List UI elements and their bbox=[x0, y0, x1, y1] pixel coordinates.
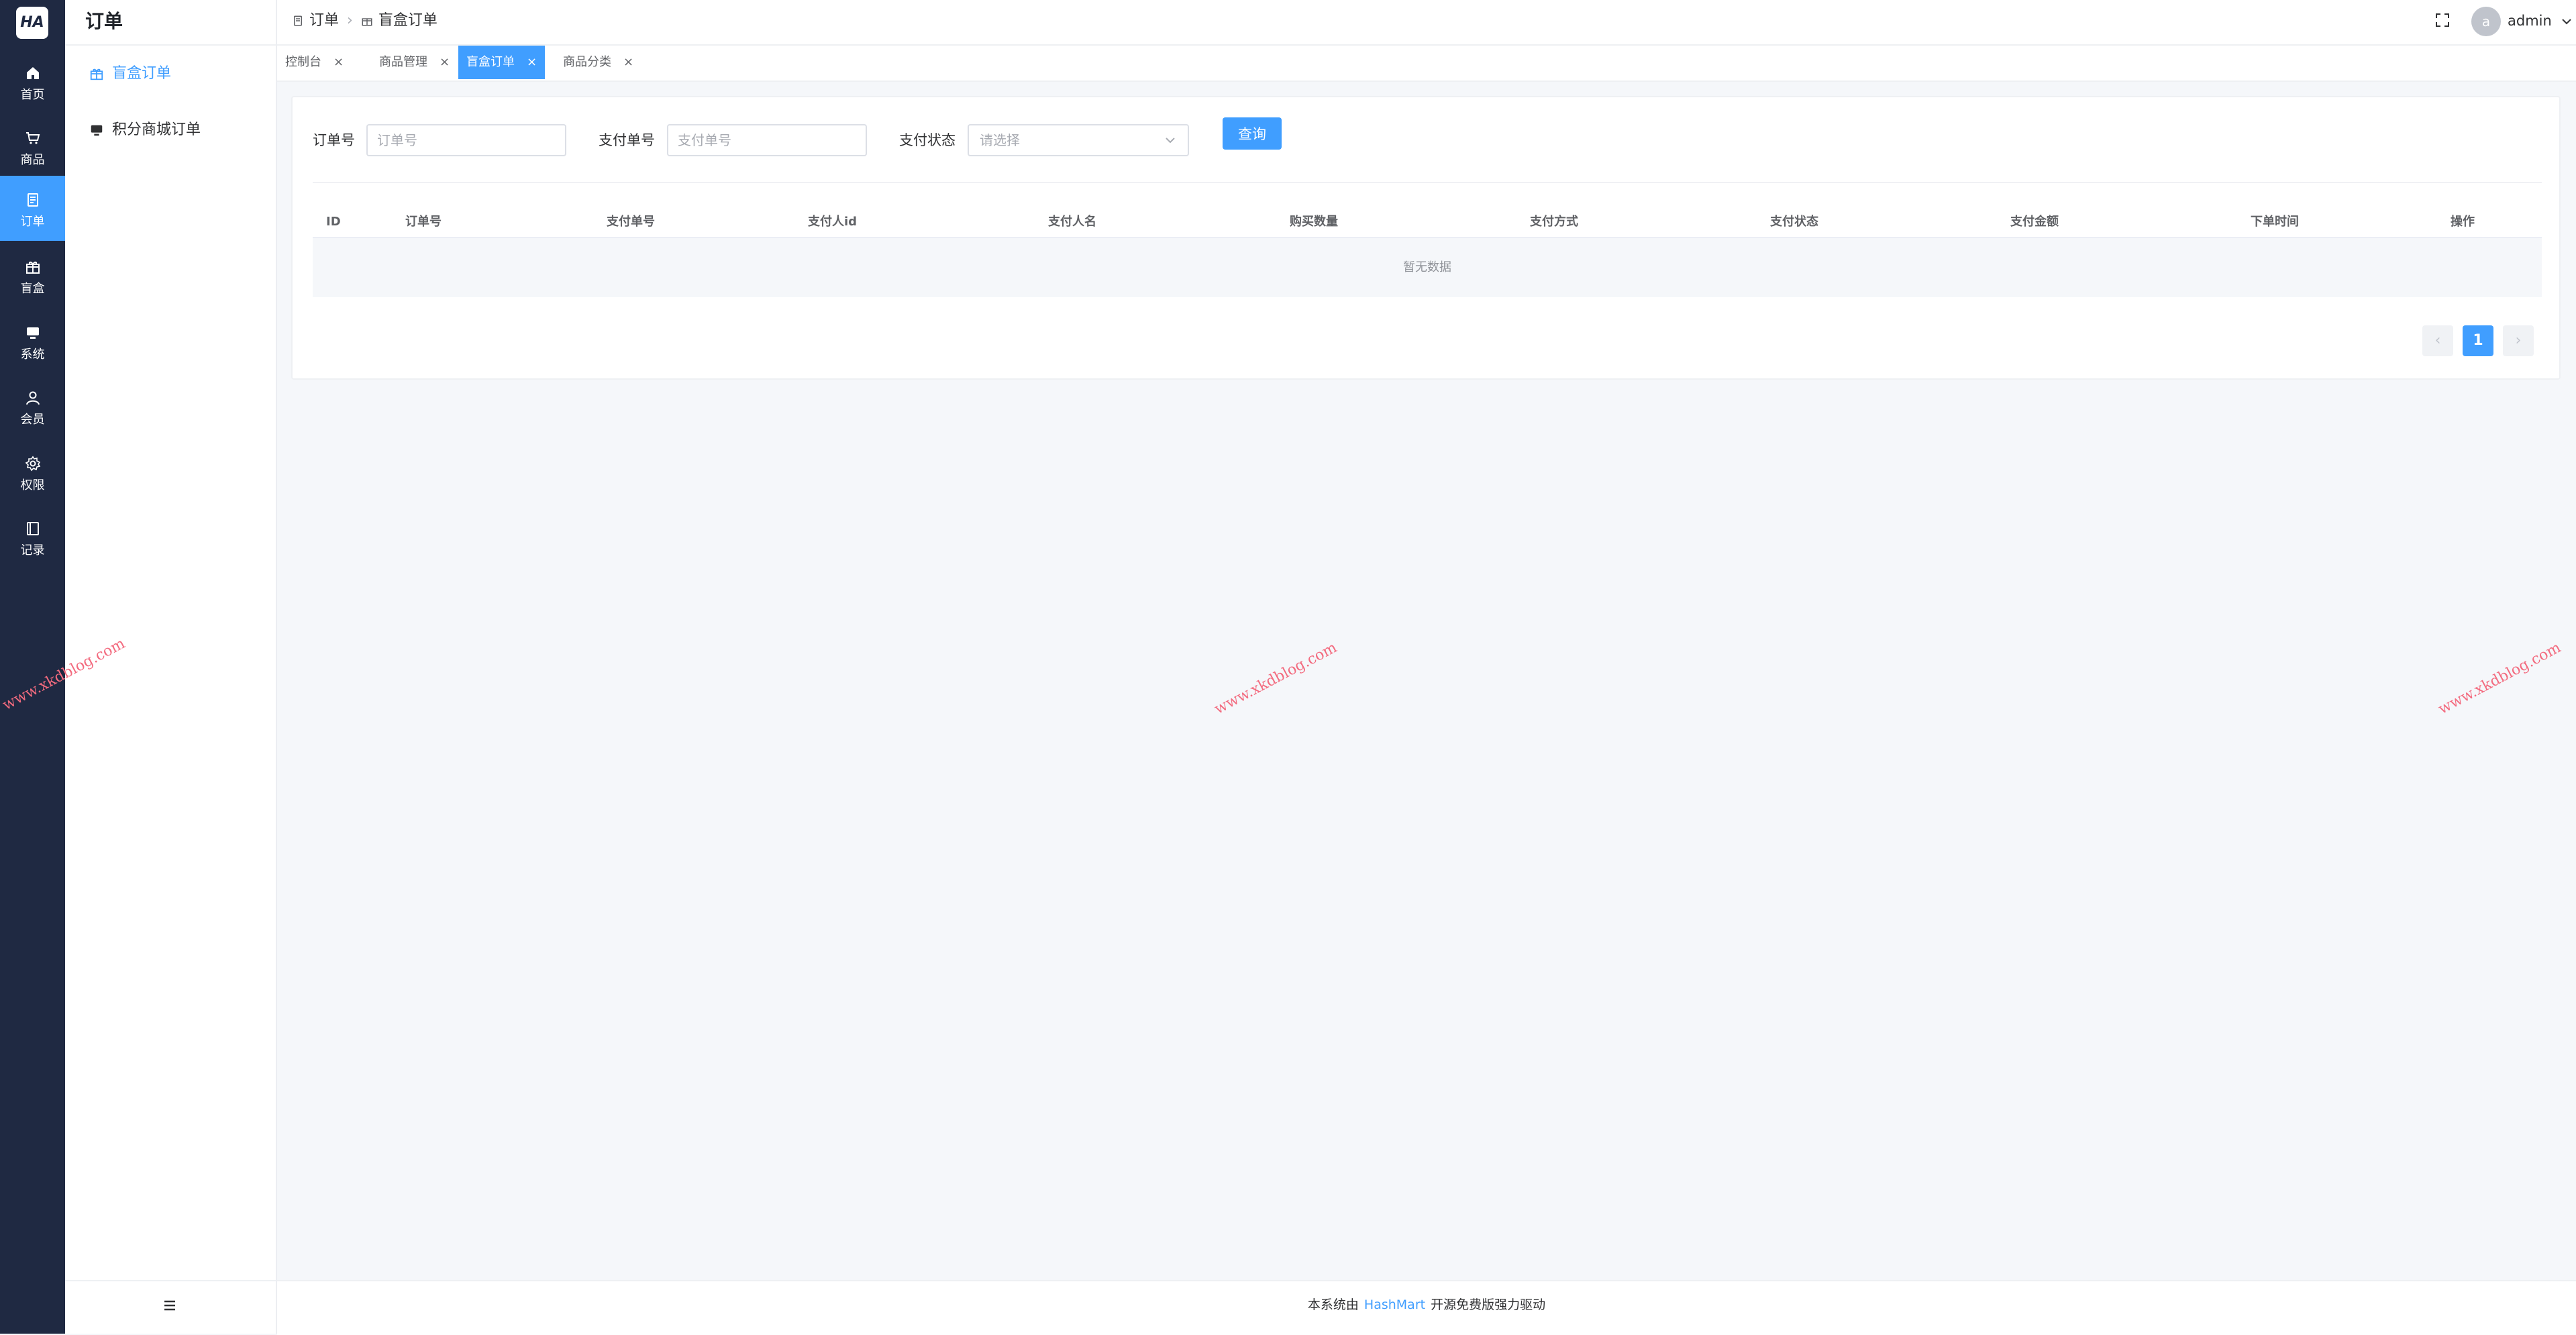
tab-label: 盲盒订单 bbox=[466, 55, 515, 69]
breadcrumb-item: 盲盒订单 bbox=[378, 12, 437, 29]
sub-item-label: 盲盒订单 bbox=[112, 65, 172, 82]
gift-box-icon bbox=[90, 68, 103, 81]
select-placeholder: 请选择 bbox=[980, 132, 1020, 148]
column-header: 支付单号 bbox=[607, 215, 655, 229]
rail-item-label: 订单 bbox=[20, 215, 45, 229]
content-card: 订单号 支付单号 支付状态 请选择 查询 ID 订单号 支付单号 支付人id 支… bbox=[291, 96, 2561, 380]
close-icon[interactable]: × bbox=[623, 55, 633, 69]
pagination-prev-button[interactable]: ‹ bbox=[2422, 325, 2453, 356]
cart-icon bbox=[25, 132, 40, 144]
footer-suffix: 开源免费版强力驱动 bbox=[1431, 1297, 1546, 1312]
column-header: 操作 bbox=[2451, 215, 2475, 229]
top-header: 订单 › 盲盒订单 a admin bbox=[277, 0, 2576, 46]
app-logo[interactable]: HA bbox=[16, 7, 48, 39]
tab-goods-category[interactable]: 商品分类 × bbox=[555, 46, 641, 79]
rail-item-records[interactable]: 记录 bbox=[0, 504, 65, 570]
divider bbox=[313, 182, 2542, 183]
column-header: 支付人名 bbox=[1048, 215, 1096, 229]
table-header: ID 订单号 支付单号 支付人id 支付人名 购买数量 支付方式 支付状态 支付… bbox=[313, 207, 2542, 238]
column-header: 支付金额 bbox=[2010, 215, 2059, 229]
tab-label: 商品管理 bbox=[379, 55, 427, 69]
user-icon bbox=[25, 391, 40, 405]
gift-box-icon bbox=[362, 18, 372, 26]
tab-goods-management[interactable]: 商品管理 × bbox=[371, 46, 458, 79]
document-icon bbox=[27, 193, 38, 207]
gift-box-icon bbox=[25, 262, 40, 274]
column-header: ID bbox=[326, 215, 341, 229]
sub-item-points-mall-orders[interactable]: 积分商城订单 bbox=[89, 117, 201, 144]
rail-item-label: 首页 bbox=[20, 88, 45, 102]
sub-item-label: 积分商城订单 bbox=[112, 121, 201, 138]
sub-sidebar-title: 订单 bbox=[85, 10, 123, 32]
chevron-right-icon: › bbox=[347, 12, 353, 29]
rail-item-label: 系统 bbox=[20, 348, 45, 362]
divider bbox=[65, 1280, 276, 1281]
close-icon[interactable]: × bbox=[333, 55, 344, 69]
pay-status-select[interactable]: 请选择 bbox=[968, 124, 1189, 156]
column-header: 支付方式 bbox=[1530, 215, 1578, 229]
watermark: www.xkdblog.com bbox=[2436, 639, 2564, 718]
chevron-down-icon bbox=[1166, 138, 1175, 144]
document-icon bbox=[294, 15, 302, 26]
menu-collapse-icon[interactable] bbox=[163, 1299, 176, 1312]
tab-label: 控制台 bbox=[285, 55, 321, 69]
page-footer: 本系统由 HashMart 开源免费版强力驱动 bbox=[277, 1280, 2576, 1335]
rail-item-label: 商品 bbox=[20, 153, 45, 167]
pagination-page-button[interactable]: 1 bbox=[2463, 325, 2493, 356]
fullscreen-icon[interactable] bbox=[2434, 12, 2451, 28]
rail-item-system[interactable]: 系统 bbox=[0, 309, 65, 374]
username[interactable]: admin bbox=[2508, 0, 2552, 42]
order-no-input[interactable] bbox=[366, 124, 566, 156]
pagination-next-button[interactable]: › bbox=[2503, 325, 2534, 356]
pay-no-label: 支付单号 bbox=[599, 132, 655, 148]
home-icon bbox=[26, 67, 39, 79]
breadcrumb-item[interactable]: 订单 bbox=[309, 12, 339, 29]
column-header: 下单时间 bbox=[2251, 215, 2299, 229]
pay-no-input[interactable] bbox=[667, 124, 867, 156]
tab-dashboard[interactable]: 控制台 × bbox=[277, 46, 352, 79]
rail-item-label: 记录 bbox=[20, 543, 45, 557]
notebook-icon bbox=[26, 522, 39, 535]
tab-bar: 控制台 × 商品管理 × 盲盒订单 × 商品分类 × bbox=[277, 46, 2576, 82]
column-header: 购买数量 bbox=[1290, 215, 1338, 229]
close-icon[interactable]: × bbox=[527, 55, 537, 69]
rail-item-permission[interactable]: 权限 bbox=[0, 439, 65, 504]
watermark: www.xkdblog.com bbox=[1212, 639, 1340, 718]
gear-icon bbox=[25, 456, 40, 472]
rail-item-goods[interactable]: 商品 bbox=[0, 114, 65, 179]
pay-status-label: 支付状态 bbox=[899, 132, 956, 148]
tab-blindbox-orders[interactable]: 盲盒订单 × bbox=[458, 46, 546, 79]
breadcrumb: 订单 › 盲盒订单 bbox=[292, 0, 437, 42]
rail-item-label: 权限 bbox=[20, 478, 45, 492]
footer-link[interactable]: HashMart bbox=[1364, 1297, 1425, 1312]
rail-item-home[interactable]: 首页 bbox=[0, 49, 65, 114]
table-empty-state: 暂无数据 bbox=[313, 238, 2542, 297]
column-header: 支付状态 bbox=[1770, 215, 1818, 229]
rail-item-member[interactable]: 会员 bbox=[0, 374, 65, 439]
divider bbox=[65, 44, 276, 46]
monitor-icon bbox=[26, 327, 39, 339]
rail-item-label: 盲盒 bbox=[20, 282, 45, 296]
footer-prefix: 本系统由 bbox=[1307, 1297, 1359, 1312]
chevron-down-icon[interactable] bbox=[2560, 15, 2573, 28]
tab-label: 商品分类 bbox=[563, 55, 611, 69]
main-nav-rail: HA 首页 商品 订单 盲盒 系统 会员 权限 记录 bbox=[0, 0, 65, 1334]
avatar[interactable]: a bbox=[2471, 7, 2501, 36]
sub-sidebar: 订单 盲盒订单 积分商城订单 bbox=[65, 0, 277, 1334]
sub-item-blindbox-orders[interactable]: 盲盒订单 bbox=[89, 60, 171, 87]
monitor-icon bbox=[91, 125, 103, 136]
column-header: 订单号 bbox=[405, 215, 442, 229]
column-header: 支付人id bbox=[808, 215, 858, 229]
rail-item-orders[interactable]: 订单 bbox=[0, 176, 65, 241]
close-icon[interactable]: × bbox=[440, 55, 450, 69]
query-button[interactable]: 查询 bbox=[1223, 117, 1282, 150]
rail-item-label: 会员 bbox=[20, 413, 45, 427]
order-no-label: 订单号 bbox=[313, 132, 355, 148]
rail-item-blindbox[interactable]: 盲盒 bbox=[0, 243, 65, 308]
